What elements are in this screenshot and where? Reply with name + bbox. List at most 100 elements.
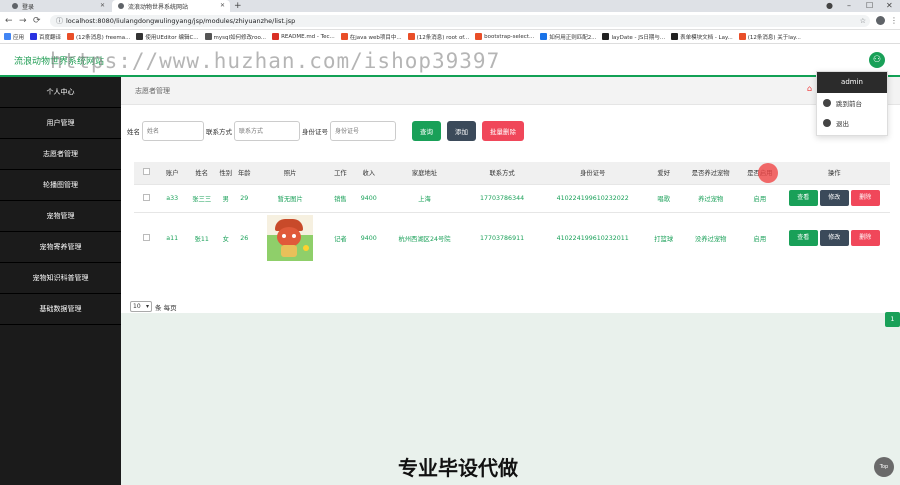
id-card-cell: 410224199610232022 — [538, 183, 648, 212]
enabled-cell: 启用 — [741, 183, 779, 212]
sidebar-item-volunteers[interactable]: 志愿者管理 — [0, 139, 121, 170]
forward-icon[interactable]: → — [19, 15, 27, 27]
window-close-button[interactable]: ✕ — [886, 0, 893, 12]
sidebar-item-pets[interactable]: 宠物管理 — [0, 201, 121, 232]
sidebar-item-pet-fostering[interactable]: 宠物寄养管理 — [0, 232, 121, 263]
close-tab-icon[interactable]: ✕ — [220, 2, 225, 9]
delete-button[interactable]: 删除 — [850, 230, 880, 247]
globe-icon — [118, 3, 124, 9]
back-to-top-button[interactable]: Top — [874, 457, 894, 477]
close-tab-icon[interactable]: ✕ — [100, 2, 105, 9]
sidebar-item-label: 宠物知识科普管理 — [32, 274, 89, 282]
profile-icon[interactable] — [876, 16, 885, 25]
add-button[interactable]: 添加 — [447, 121, 476, 141]
bookmark-label: 如何用正则匹配2... — [549, 34, 597, 41]
phone-search-input[interactable] — [234, 121, 300, 141]
main-area: 志愿者管理 ⌂ 姓名 联系方式 身份证号 查询 添加 批量删除 账户 姓名 性别… — [121, 77, 900, 485]
bookmark-favicon-icon — [475, 33, 483, 40]
id-card-search-input[interactable] — [330, 121, 396, 141]
new-tab-button[interactable]: + — [234, 0, 242, 12]
back-icon[interactable]: ← — [5, 15, 13, 27]
address-cell: 杭州西湖区24号院 — [383, 211, 467, 264]
bookmark-item[interactable]: (12条消息) 关于lay... — [738, 33, 801, 41]
bookmark-item[interactable]: (12条消息) freema... — [67, 33, 130, 41]
sidebar-item-pet-knowledge[interactable]: 宠物知识科普管理 — [0, 263, 121, 294]
sidebar-item-personal-center[interactable]: 个人中心 — [0, 77, 121, 108]
job-cell: 记者 — [326, 211, 355, 264]
name-cell: 张11 — [186, 211, 217, 264]
bookmark-item[interactable]: 表单模块文档 - Lay... — [671, 33, 733, 41]
bookmark-item[interactable]: 应用 — [4, 33, 24, 41]
column-header: 家庭地址 — [383, 162, 467, 184]
bookmark-item[interactable]: (12条消息) root of... — [407, 33, 469, 41]
bookmark-item[interactable]: 在java web项目中... — [340, 33, 402, 41]
logout-item[interactable]: 退出 — [817, 113, 887, 133]
home-icon[interactable]: ⌂ — [807, 84, 812, 93]
browser-tab-bar: 登录 ✕ 流浪动物世界系统网站 ✕ + ● – ☐ ✕ — [0, 0, 900, 12]
sidebar-item-users[interactable]: 用户管理 — [0, 108, 121, 139]
view-button[interactable]: 查看 — [788, 230, 818, 247]
name-cell: 张三三 — [186, 183, 217, 212]
browser-tab-active[interactable]: 流浪动物世界系统网站 ✕ — [112, 0, 230, 12]
page-number-button[interactable]: 1 — [885, 312, 900, 327]
sidebar-item-label: 宠物寄养管理 — [39, 243, 82, 251]
row-checkbox[interactable] — [142, 193, 150, 201]
address-bar-row: ← → ⟳ ⓘ localhost:8080/liulangdongwuling… — [0, 12, 900, 30]
url-text: localhost:8080/liulangdongwulingyang/jsp… — [66, 17, 296, 25]
reload-icon[interactable]: ⟳ — [33, 15, 41, 27]
edit-button[interactable]: 修改 — [819, 230, 849, 247]
bookmark-item[interactable]: layDate - JS日期与... — [602, 33, 665, 41]
phone-label: 联系方式 — [206, 128, 232, 136]
hobby-cell: 打篮球 — [647, 211, 681, 264]
url-field[interactable]: ⓘ localhost:8080/liulangdongwulingyang/j… — [50, 15, 870, 27]
gender-cell: 男 — [217, 183, 235, 212]
bookmark-favicon-icon — [738, 33, 746, 40]
dropdown-username: admin — [817, 72, 887, 93]
menu-item-label: 退出 — [836, 120, 849, 128]
bookmark-item[interactable]: README.md - Tec... — [272, 33, 335, 40]
browser-tab[interactable]: 登录 ✕ — [6, 0, 110, 12]
column-header: 工作 — [326, 162, 355, 184]
phone-cell: 17703786344 — [466, 183, 539, 212]
row-select-cell — [134, 183, 159, 212]
column-header: 账户 — [158, 162, 187, 184]
bookmark-item[interactable]: 使用UEditor 编辑C... — [136, 33, 199, 41]
bookmark-star-icon[interactable]: ☆ — [860, 15, 866, 27]
volunteer-photo — [267, 215, 314, 262]
tab-title: 流浪动物世界系统网站 — [128, 3, 189, 11]
had-pet-cell: 没养过宠物 — [680, 211, 742, 264]
window-maximize-button[interactable]: ☐ — [866, 0, 873, 12]
edit-button[interactable]: 修改 — [819, 190, 849, 206]
bookmark-item[interactable]: 百度翻译 — [30, 33, 61, 41]
row-checkbox[interactable] — [142, 233, 150, 241]
batch-delete-button[interactable]: 批量删除 — [482, 121, 524, 141]
column-header: 性别 — [217, 162, 235, 184]
goto-frontend-item[interactable]: 跳到前台 — [817, 93, 887, 113]
name-search-input[interactable] — [142, 121, 204, 141]
logout-icon — [823, 119, 831, 127]
delete-button[interactable]: 删除 — [850, 190, 880, 206]
window-minimize-icon[interactable]: ● — [826, 0, 833, 12]
window-minimize-button[interactable]: – — [847, 0, 851, 12]
actions-cell: 查看 修改 删除 — [778, 211, 890, 264]
info-icon[interactable]: ⓘ — [56, 15, 63, 27]
bookmark-item[interactable]: bootstrap-select... — [475, 33, 534, 40]
row-select-cell — [134, 211, 159, 264]
user-avatar-button[interactable]: ⚇ — [869, 52, 885, 68]
bookmark-favicon-icon — [136, 33, 144, 40]
sidebar-item-basic-data[interactable]: 基础数据管理 — [0, 294, 121, 325]
sidebar: 个人中心 用户管理 志愿者管理 轮播图管理 宠物管理 宠物寄养管理 宠物知识科普… — [0, 77, 121, 485]
account-cell: a33 — [158, 183, 187, 212]
bookmark-favicon-icon — [4, 33, 11, 40]
select-all-checkbox[interactable] — [142, 168, 150, 176]
bookmark-item[interactable]: mysql如何修改roo... — [204, 33, 266, 41]
query-button[interactable]: 查询 — [412, 121, 441, 141]
breadcrumb-bar: 志愿者管理 ⌂ — [121, 77, 900, 105]
cursor-highlight — [758, 163, 778, 183]
sidebar-item-carousel[interactable]: 轮播图管理 — [0, 170, 121, 201]
bookmark-favicon-icon — [340, 33, 348, 40]
view-button[interactable]: 查看 — [788, 190, 818, 206]
bookmark-item[interactable]: 如何用正则匹配2... — [540, 33, 596, 41]
page-size-select[interactable]: 10 ▾ — [130, 301, 152, 312]
browser-menu-icon[interactable]: ⋮ — [890, 15, 898, 27]
